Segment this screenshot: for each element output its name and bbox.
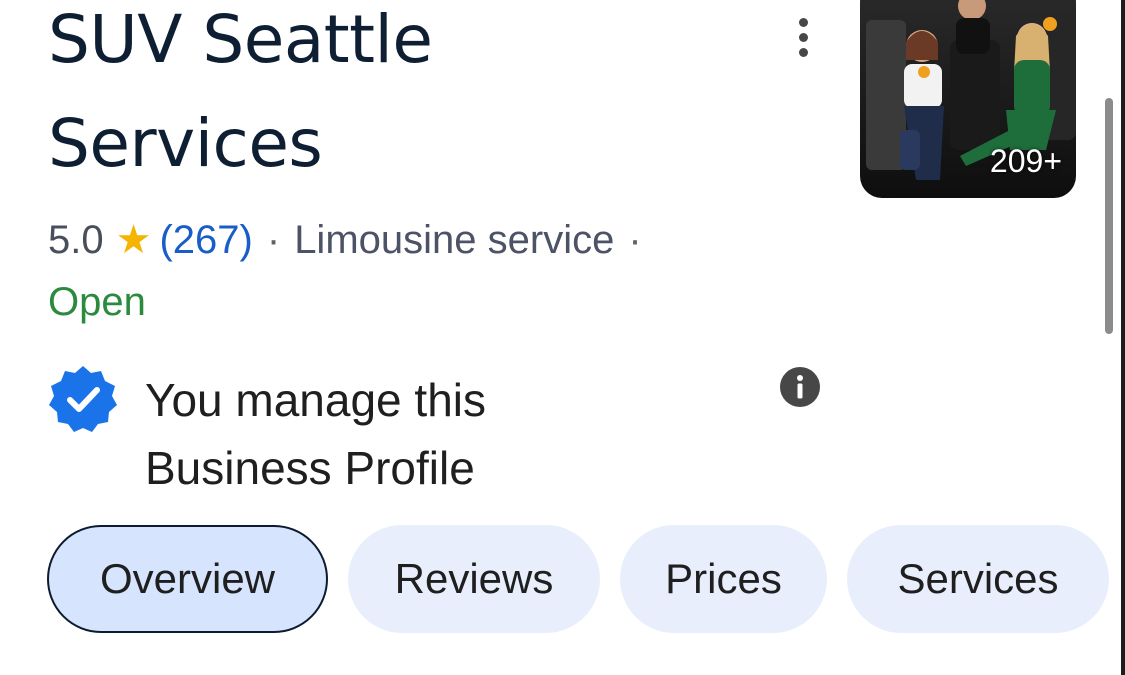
separator: · bbox=[628, 217, 642, 262]
business-category: Limousine service bbox=[294, 217, 615, 262]
more-vert-icon bbox=[798, 17, 808, 27]
tab-services[interactable]: Services bbox=[847, 525, 1109, 633]
tab-prices[interactable]: Prices bbox=[620, 525, 827, 633]
separator: · bbox=[266, 217, 281, 262]
scrollbar[interactable] bbox=[1105, 98, 1113, 334]
more-options-button[interactable] bbox=[784, 12, 822, 62]
business-name: SUV Seattle Services bbox=[48, 0, 648, 196]
tab-overview[interactable]: Overview bbox=[47, 525, 328, 633]
rating-value: 5.0 bbox=[48, 217, 104, 262]
info-icon[interactable] bbox=[779, 366, 821, 408]
business-name-line1: SUV Seattle bbox=[48, 1, 433, 78]
review-count-link[interactable]: (267) bbox=[159, 218, 252, 263]
manage-line1: You manage this bbox=[145, 374, 487, 426]
tab-reviews[interactable]: Reviews bbox=[348, 525, 600, 633]
photo-count: 209+ bbox=[989, 143, 1062, 179]
open-status: Open bbox=[48, 280, 146, 324]
business-photo[interactable]: 209+ bbox=[860, 0, 1076, 198]
business-meta: 5.0 ★ (267) · Limousine service · bbox=[48, 215, 656, 265]
manage-profile-text: You manage this Business Profile bbox=[145, 366, 486, 502]
manage-line2: Business Profile bbox=[145, 442, 475, 494]
business-name-line2: Services bbox=[48, 105, 323, 182]
star-icon: ★ bbox=[115, 218, 152, 262]
screen-edge bbox=[1121, 0, 1125, 675]
verified-badge-icon bbox=[49, 366, 117, 432]
tab-bar: Overview Reviews Prices Services bbox=[47, 525, 1109, 633]
